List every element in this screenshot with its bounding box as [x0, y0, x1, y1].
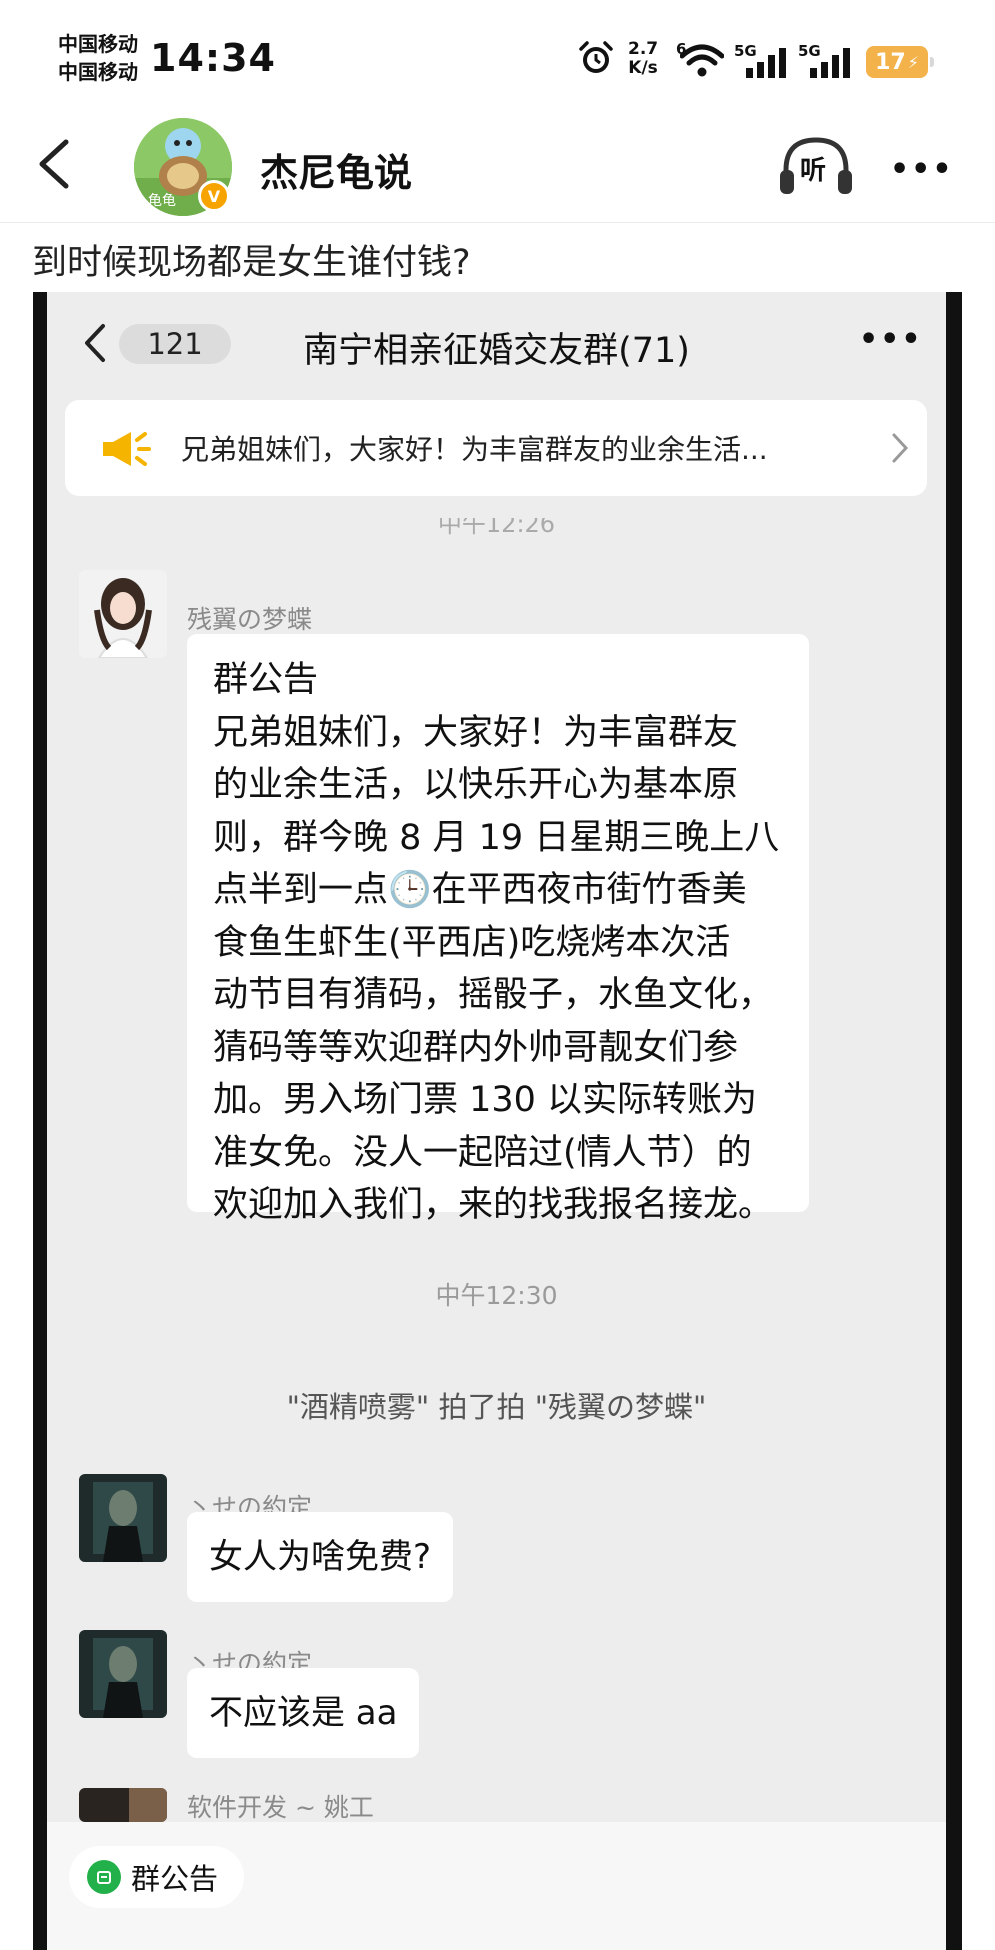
chat-screen: 121 南宁相亲征婚交友群(71) ••• 兄弟姐妹们，大家好！为丰富群友的业余…	[47, 292, 946, 1950]
announcement-line: 动节目有猜码，摇骰子，水鱼文化，	[213, 975, 774, 1015]
status-bar: 中国移动 中国移动 14:34 2.7 K/s 6 5G 5G 17 ⚡	[0, 0, 995, 100]
chat-title: 南宁相亲征婚交友群(71)	[303, 331, 690, 371]
sim1-signal: 5G	[734, 42, 790, 78]
megaphone-icon	[103, 432, 151, 466]
announcement-line: 兄弟姐妹们，大家好！为丰富群友	[213, 712, 739, 753]
pat-notice: "酒精喷雾" 拍了拍 "残翼の梦蝶"	[286, 1390, 707, 1424]
timestamp: 中午12:30	[435, 1281, 558, 1310]
more-button[interactable]: •••	[890, 152, 954, 187]
carrier-labels: 中国移动 中国移动	[58, 30, 138, 86]
dark-avatar-icon	[79, 1630, 167, 1718]
carrier-2: 中国移动	[58, 60, 138, 84]
chat-more-icon: •••	[859, 322, 923, 357]
announcement-heading: 群公告	[213, 660, 319, 700]
sender-name: 残翼の梦蝶	[187, 605, 313, 634]
girl-avatar-icon	[79, 570, 167, 658]
notice-icon	[87, 1860, 121, 1894]
battery-icon: 17 ⚡	[866, 46, 934, 78]
carrier-1: 中国移动	[58, 32, 138, 56]
wifi-indicator: 6	[676, 40, 726, 78]
sender-avatar	[79, 570, 167, 658]
dark-avatar-icon	[79, 1474, 167, 1562]
timestamp: 中午12:26	[437, 510, 556, 538]
chat-input-area: 群公告	[47, 1822, 946, 1950]
sender-avatar	[79, 1630, 167, 1718]
app-header: 龟龟 V 杰尼龟说 听 •••	[0, 108, 995, 220]
message-bubble[interactable]: 不应该是 aa	[187, 1668, 420, 1758]
sender-avatar	[79, 1788, 167, 1822]
announcement-line: 则，群今晚 8 月 19 日星期三晚上八	[213, 817, 780, 858]
account-name[interactable]: 杰尼龟说	[260, 142, 412, 197]
announcement-line: 食鱼生虾生(平西店)吃烧烤本次活	[213, 922, 731, 963]
announcement-line: 欢迎加入我们，来的找我报名接龙。	[213, 1185, 774, 1225]
chat-header: 121 南宁相亲征婚交友群(71) •••	[47, 292, 946, 392]
announcement-line: 准女免。没人一起陪过(情人节）的	[213, 1132, 752, 1173]
dark-avatar-icon	[79, 1788, 167, 1822]
net-speed-value: 2.7	[628, 39, 659, 59]
chevron-right-icon	[892, 433, 909, 463]
sender-avatar	[79, 1474, 167, 1562]
pinned-notice-text: 兄弟姐妹们，大家好！为丰富群友的业余生活...	[181, 433, 768, 466]
net-speed-unit: K/s	[628, 58, 658, 78]
announcement-line: 的业余生活，以快乐开心为基本原	[213, 765, 739, 805]
avatar-label: 龟龟	[148, 193, 176, 209]
battery-level: 17	[875, 49, 906, 75]
group-notice-chip: 群公告	[69, 1846, 245, 1908]
announcement-line: 猜码等等欢迎群内外帅哥靓女们参	[213, 1027, 739, 1068]
notice-chip-label: 群公告	[131, 1862, 219, 1896]
announcement-bubble[interactable]: 群公告 兄弟姐妹们，大家好！为丰富群友 的业余生活，以快乐开心为基本原 则，群今…	[187, 634, 809, 1225]
status-time: 14:34	[150, 36, 276, 80]
listen-label: 听	[800, 156, 827, 186]
announcement-line: 加。男入场门票 130 以实际转账为	[213, 1080, 758, 1120]
charging-icon: ⚡	[907, 52, 919, 72]
signal-icon	[810, 48, 850, 78]
wifi-icon	[680, 44, 724, 77]
back-button[interactable]	[30, 136, 80, 192]
sim2-signal: 5G	[798, 42, 854, 78]
header-divider	[0, 222, 995, 223]
pinned-notice-bar: 兄弟姐妹们，大家好！为丰富群友的业余生活...	[65, 400, 927, 496]
announcement-line: 点半到一点🕒在平西夜市街竹香美	[213, 870, 747, 910]
sender-name: 软件开发 ~ 姚工	[187, 1793, 374, 1822]
verified-badge-icon: V	[198, 180, 230, 212]
alarm-icon	[579, 41, 613, 73]
embedded-screenshot[interactable]: 121 南宁相亲征婚交友群(71) ••• 兄弟姐妹们，大家好！为丰富群友的业余…	[33, 292, 962, 1950]
message-bubble[interactable]: 女人为啥免费?	[187, 1512, 454, 1602]
listen-button[interactable]: 听	[778, 134, 854, 198]
net-speed: 2.7 K/s	[628, 40, 658, 78]
signal-icon	[746, 48, 786, 78]
post-text: 到时候现场都是女生谁付钱?	[32, 243, 471, 283]
